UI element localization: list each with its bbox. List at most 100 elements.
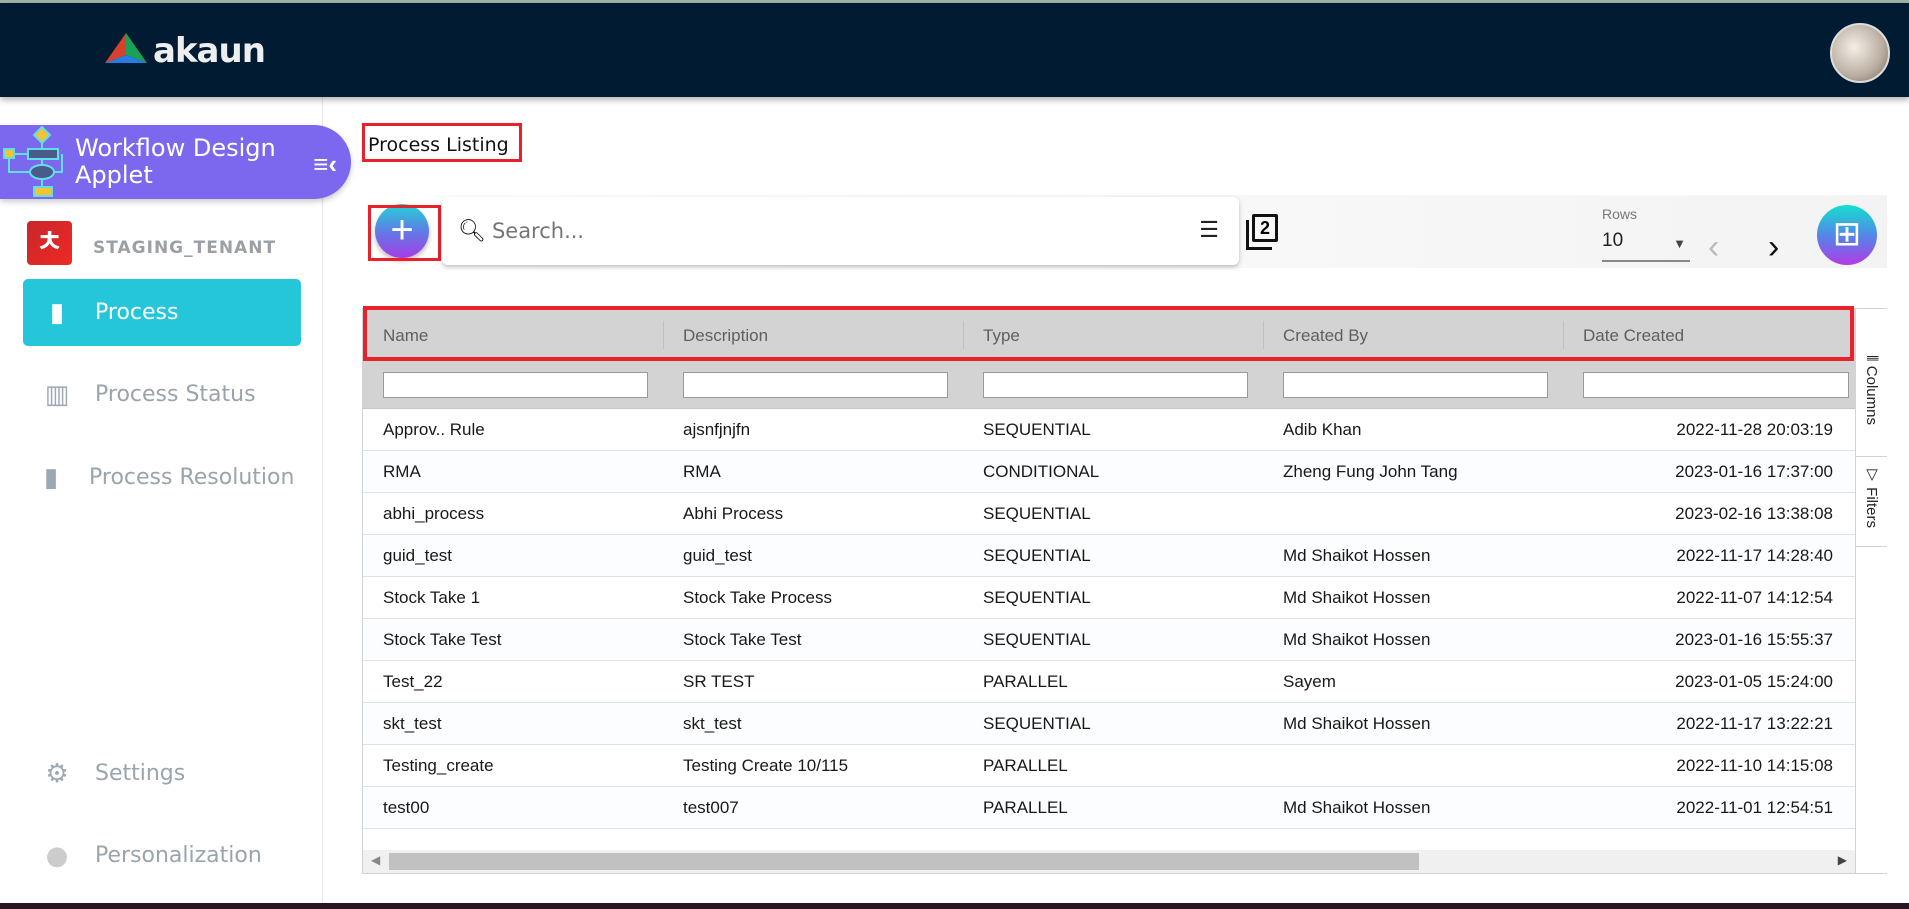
workflow-icon bbox=[3, 125, 63, 197]
cell-type: SEQUENTIAL bbox=[983, 546, 1091, 565]
scrollbar-thumb[interactable] bbox=[389, 853, 1419, 870]
scroll-right-icon[interactable]: ▶ bbox=[1838, 853, 1847, 867]
grid-view-button[interactable]: ⊞ bbox=[1817, 205, 1877, 265]
table-row[interactable]: Stock Take 1 Stock Take Process SEQUENTIAL… bbox=[363, 577, 1855, 619]
file-icon: ▮ bbox=[43, 462, 59, 493]
applet-title: Workflow Design Applet bbox=[75, 134, 276, 189]
cell-type: PARALLEL bbox=[983, 798, 1068, 817]
file-icon: ▮ bbox=[49, 297, 65, 328]
cell-date-created: 2023-01-05 15:24:00 bbox=[1675, 672, 1833, 691]
type-filter-input[interactable] bbox=[983, 372, 1248, 398]
search-input[interactable] bbox=[491, 219, 1172, 243]
horizontal-scrollbar[interactable]: ◀ ▶ bbox=[363, 850, 1855, 873]
filter-icon[interactable]: ☰ bbox=[1199, 217, 1219, 243]
table-row[interactable]: Test_22 SR TEST PARALLEL Sayem 2023-01-05 15… bbox=[363, 661, 1855, 703]
cell-type: SEQUENTIAL bbox=[983, 588, 1091, 607]
cell-date-created: 2022-11-17 14:28:40 bbox=[1676, 546, 1833, 565]
cell-name: guid_test bbox=[383, 546, 452, 565]
dropdown-arrow-icon: ▼ bbox=[1673, 236, 1686, 251]
cell-description: Abhi Process bbox=[683, 504, 784, 523]
cell-date-created: 2022-11-10 14:15:08 bbox=[1676, 756, 1833, 775]
filter-row bbox=[363, 361, 1855, 409]
cell-description: RMA bbox=[683, 462, 721, 481]
sidebar-item-settings[interactable]: ⚙ Settings bbox=[23, 740, 301, 807]
cell-description: guid_test bbox=[683, 546, 752, 565]
cell-date-created: 2022-11-17 13:22:21 bbox=[1676, 714, 1833, 733]
table-row[interactable]: guid_test guid_test SEQUENTIAL Md Shaikot H… bbox=[363, 535, 1855, 577]
cell-date-created: 2023-01-16 15:55:37 bbox=[1675, 630, 1833, 649]
cell-created-by: Md Shaikot Hossen bbox=[1283, 798, 1431, 817]
cell-date-created: 2022-11-01 12:54:51 bbox=[1676, 798, 1833, 817]
table-row[interactable]: abhi_process Abhi Process SEQUENTIAL 2023-0… bbox=[363, 493, 1855, 535]
cell-name: Stock Take 1 bbox=[383, 588, 481, 607]
applet-banner: Workflow Design Applet ≡‹ bbox=[0, 125, 351, 199]
akaun-logo[interactable]: akaun bbox=[105, 31, 266, 71]
columns-icon: ⦀ bbox=[1863, 355, 1880, 366]
cell-name: RMA bbox=[383, 462, 421, 481]
cell-date-created: 2023-02-16 13:38:08 bbox=[1675, 504, 1833, 523]
name-filter-input[interactable] bbox=[383, 372, 648, 398]
filter-icon: ▽ bbox=[1863, 465, 1880, 488]
rows-label: Rows bbox=[1602, 206, 1638, 222]
taskbar-strip bbox=[0, 903, 1909, 909]
cell-name: Stock Take Test bbox=[383, 630, 502, 649]
filters-tab[interactable]: ▽ Filters bbox=[1856, 457, 1887, 547]
search-icon: 🔍︎ bbox=[458, 218, 486, 243]
scroll-left-icon[interactable]: ◀ bbox=[371, 853, 380, 867]
table-row[interactable]: Stock Take Test Stock Take Test SEQUENTIAL… bbox=[363, 619, 1855, 661]
table-row[interactable]: Testing_create Testing Create 10/115 PARAL… bbox=[363, 745, 1855, 787]
page-title: Process Listing bbox=[362, 123, 522, 162]
cell-description: Stock Take Test bbox=[683, 630, 802, 649]
side-panel: ⦀ Columns ▽ Filters bbox=[1855, 309, 1887, 873]
cell-name: Approv.. Rule bbox=[383, 420, 485, 439]
cell-created-by: Zheng Fung John Tang bbox=[1283, 462, 1458, 481]
bar-chart-icon: ▥ bbox=[44, 379, 70, 410]
cell-name: skt_test bbox=[383, 714, 442, 733]
cell-type: SEQUENTIAL bbox=[983, 504, 1091, 523]
cell-description: Stock Take Process bbox=[683, 588, 832, 607]
cell-type: SEQUENTIAL bbox=[983, 714, 1091, 733]
tenant-name: STAGING_TENANT bbox=[93, 238, 277, 258]
highlight-box bbox=[363, 306, 1854, 361]
top-header: akaun bbox=[0, 3, 1909, 97]
cell-description: test007 bbox=[683, 798, 739, 817]
sidebar-item-label: Personalization bbox=[95, 843, 262, 868]
process-table: Name Description Type Created By Date Cr… bbox=[362, 308, 1887, 874]
collapse-menu-icon[interactable]: ≡‹ bbox=[313, 149, 337, 180]
cell-type: PARALLEL bbox=[983, 672, 1068, 691]
cell-created-by: Md Shaikot Hossen bbox=[1283, 630, 1431, 649]
cell-type: CONDITIONAL bbox=[983, 462, 1100, 481]
cell-created-by: Sayem bbox=[1283, 672, 1336, 691]
date-created-filter-input[interactable] bbox=[1583, 372, 1849, 398]
sidebar-item-process[interactable]: ▮ Process bbox=[23, 279, 301, 346]
table-row[interactable]: RMA RMA CONDITIONAL Zheng Fung John Tang 202… bbox=[363, 451, 1855, 493]
columns-tab[interactable]: ⦀ Columns bbox=[1856, 347, 1887, 457]
cell-name: test00 bbox=[383, 798, 430, 817]
rows-select[interactable]: 10 ▼ bbox=[1602, 230, 1690, 262]
table-row[interactable]: test00 test007 PARALLEL Md Shaikot Hossen 20… bbox=[363, 787, 1855, 829]
cell-type: SEQUENTIAL bbox=[983, 630, 1091, 649]
created-by-filter-input[interactable] bbox=[1283, 372, 1548, 398]
tenant-logo: ㅊ bbox=[27, 221, 72, 265]
cell-description: Testing Create 10/115 bbox=[683, 756, 849, 775]
prev-page-button[interactable]: ‹ bbox=[1708, 228, 1719, 267]
cell-created-by: Adib Khan bbox=[1283, 420, 1362, 439]
cell-description: SR TEST bbox=[683, 672, 755, 691]
gear-icon: ⚙ bbox=[45, 758, 69, 789]
user-avatar[interactable] bbox=[1830, 23, 1890, 83]
copy-icon[interactable]: 2 bbox=[1246, 214, 1280, 250]
sidebar-item-label: Settings bbox=[95, 761, 186, 786]
table-row[interactable]: skt_test skt_test SEQUENTIAL Md Shaikot Hos… bbox=[363, 703, 1855, 745]
next-page-button[interactable]: › bbox=[1768, 228, 1779, 267]
description-filter-input[interactable] bbox=[683, 372, 948, 398]
table-row[interactable]: Approv.. Rule ajsnfjnjfn SEQUENTIAL Adib Kh… bbox=[363, 409, 1855, 451]
sidebar-item-personalization[interactable]: ● Personalization bbox=[23, 822, 301, 889]
sidebar-item-process-status[interactable]: ▥ Process Status bbox=[23, 361, 301, 428]
sidebar-item-process-resolution[interactable]: ▮ Process Resolution bbox=[17, 444, 295, 511]
cell-name: Testing_create bbox=[383, 756, 494, 775]
cell-created-by: Md Shaikot Hossen bbox=[1283, 546, 1431, 565]
brand-name: akaun bbox=[153, 31, 266, 71]
sidebar-item-label: Process Status bbox=[95, 382, 256, 407]
cell-name: abhi_process bbox=[383, 504, 485, 523]
cell-created-by: Md Shaikot Hossen bbox=[1283, 714, 1431, 733]
